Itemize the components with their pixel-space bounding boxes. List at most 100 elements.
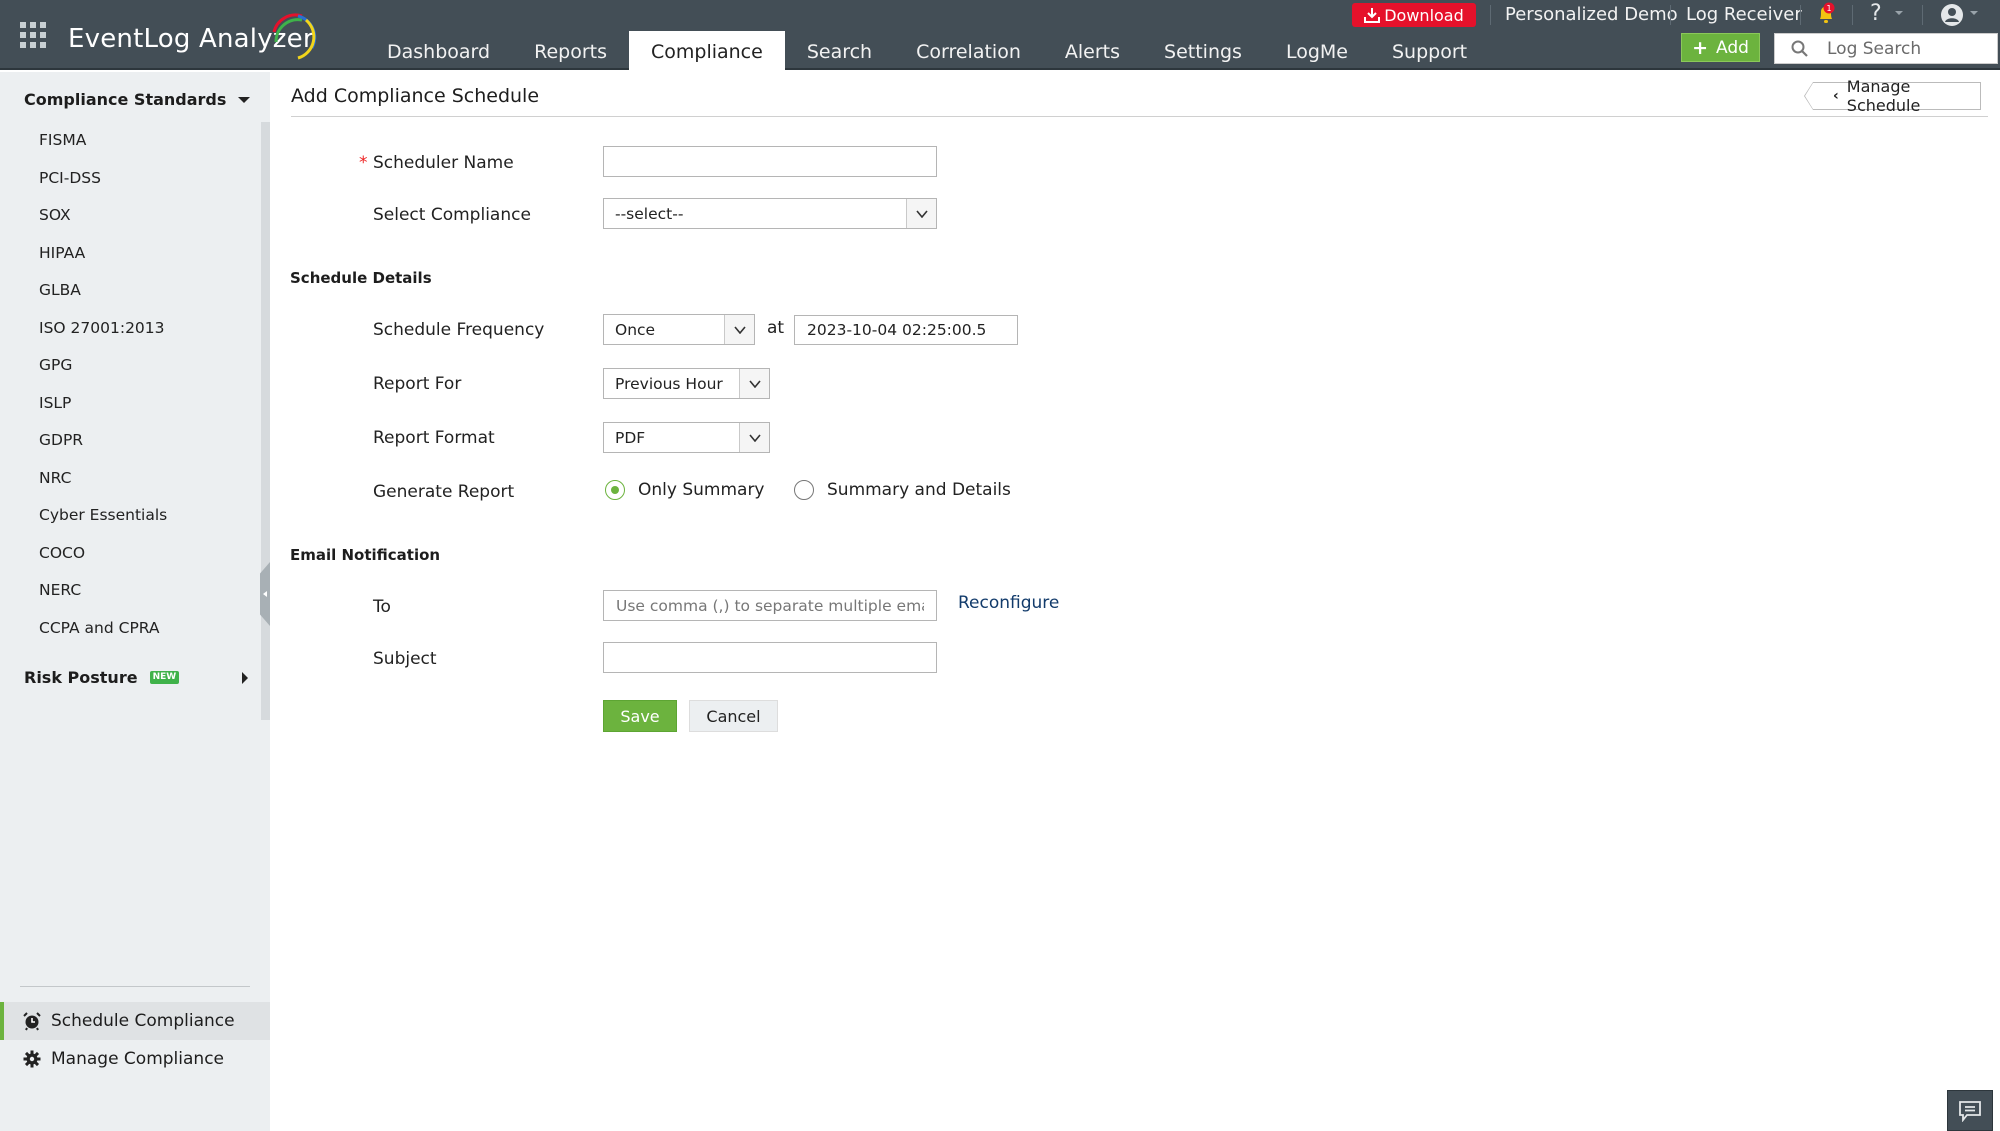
sidebar: Compliance Standards FISMA PCI-DSS SOX H… [0, 72, 270, 1131]
radio-only-summary[interactable]: Only Summary [605, 480, 765, 500]
compliance-standards-header[interactable]: Compliance Standards [24, 90, 254, 109]
to-label: To [373, 597, 391, 617]
chevron-down-icon [724, 315, 754, 344]
add-button[interactable]: + Add [1681, 33, 1760, 62]
logo-arc-icon [272, 13, 317, 60]
sidebar-item-manage-compliance[interactable]: Manage Compliance [0, 1040, 270, 1078]
caret-right-icon [242, 671, 248, 684]
save-button[interactable]: Save [603, 700, 677, 732]
reconfigure-link[interactable]: Reconfigure [958, 593, 1059, 613]
page-title: Add Compliance Schedule [291, 85, 540, 107]
sidebar-divider [20, 986, 250, 987]
chevron-down-icon [906, 199, 936, 228]
risk-posture-header[interactable]: Risk Posture NEW [24, 668, 254, 687]
sidebar-item-nerc[interactable]: NERC [0, 572, 260, 610]
sidebar-item-pci-dss[interactable]: PCI-DSS [0, 160, 260, 198]
chevron-left-icon: ‹ [1833, 88, 1839, 104]
select-compliance-value: --select-- [615, 204, 684, 223]
required-asterisk: * [359, 153, 368, 173]
risk-posture-title: Risk Posture [24, 668, 138, 687]
report-format-value: PDF [615, 428, 646, 447]
subject-label: Subject [373, 649, 437, 669]
new-badge: NEW [149, 671, 180, 684]
radio-unchecked-icon [794, 480, 814, 500]
log-search-input[interactable] [1827, 38, 1987, 59]
select-compliance-dropdown[interactable]: --select-- [603, 198, 937, 229]
add-label: Add [1716, 37, 1749, 58]
notification-count: 1 [1826, 4, 1831, 13]
schedule-frequency-dropdown[interactable]: Once [603, 314, 755, 345]
scheduler-name-label: * Scheduler Name [359, 153, 514, 173]
sidebar-scrollbar[interactable] [261, 122, 270, 720]
caret-down-icon [238, 96, 250, 103]
nav-tab-logme[interactable]: LogMe [1264, 31, 1370, 70]
download-button[interactable]: Download [1352, 3, 1476, 27]
help-caret-icon[interactable] [1895, 11, 1903, 15]
nav-tab-alerts[interactable]: Alerts [1043, 31, 1142, 70]
log-receiver-link[interactable]: Log Receiver [1686, 3, 1802, 27]
sidebar-item-glba[interactable]: GLBA [0, 272, 260, 310]
main-content: Add Compliance Schedule ‹ Manage Schedul… [270, 72, 2000, 1131]
cancel-button[interactable]: Cancel [689, 700, 778, 732]
sidebar-item-cyber-essentials[interactable]: Cyber Essentials [0, 497, 260, 535]
sidebar-item-sox[interactable]: SOX [0, 197, 260, 235]
nav-tab-reports[interactable]: Reports [512, 31, 629, 70]
chat-button[interactable] [1947, 1090, 1993, 1131]
schedule-compliance-label: Schedule Compliance [51, 1011, 235, 1031]
email-notification-heading: Email Notification [290, 546, 441, 564]
top-header: EventLog Analyzer Dashboard Reports Comp… [0, 0, 2000, 70]
sidebar-item-coco[interactable]: COCO [0, 535, 260, 573]
manage-schedule-label: Manage Schedule [1846, 77, 1921, 115]
at-label: at [767, 318, 785, 338]
nav-tab-support[interactable]: Support [1370, 31, 1489, 70]
download-icon [1364, 8, 1381, 23]
divider [1852, 5, 1853, 25]
schedule-frequency-label: Schedule Frequency [373, 320, 545, 340]
user-menu-button[interactable] [1940, 3, 1964, 27]
app-grid-icon[interactable] [20, 22, 46, 48]
log-search-box [1774, 33, 1998, 64]
gear-icon [23, 1050, 41, 1068]
search-icon [1791, 40, 1808, 57]
radio-summary-and-details[interactable]: Summary and Details [794, 480, 1011, 500]
sidebar-item-ccpa-cpra[interactable]: CCPA and CPRA [0, 610, 260, 648]
sidebar-item-gpg[interactable]: GPG [0, 347, 260, 385]
notifications-button[interactable]: 1 [1814, 2, 1838, 26]
alarm-clock-icon [23, 1012, 41, 1031]
sidebar-item-schedule-compliance[interactable]: Schedule Compliance [0, 1002, 270, 1040]
help-button[interactable]: ? [1870, 1, 1882, 26]
report-for-dropdown[interactable]: Previous Hour [603, 368, 770, 399]
report-format-label: Report Format [373, 428, 495, 448]
schedule-details-heading: Schedule Details [290, 269, 432, 287]
nav-tab-dashboard[interactable]: Dashboard [365, 31, 512, 70]
divider [1800, 5, 1801, 25]
nav-tab-settings[interactable]: Settings [1142, 31, 1264, 70]
sidebar-item-hipaa[interactable]: HIPAA [0, 235, 260, 273]
nav-tab-search[interactable]: Search [785, 31, 894, 70]
sidebar-item-gdpr[interactable]: GDPR [0, 422, 260, 460]
report-for-value: Previous Hour [615, 374, 723, 393]
sidebar-item-iso-27001[interactable]: ISO 27001:2013 [0, 310, 260, 348]
manage-schedule-button[interactable]: ‹ Manage Schedule [1804, 77, 1981, 115]
user-avatar-icon [1941, 4, 1963, 26]
schedule-frequency-value: Once [615, 320, 656, 339]
title-divider [291, 116, 1988, 117]
compliance-standards-list: FISMA PCI-DSS SOX HIPAA GLBA ISO 27001:2… [0, 122, 260, 647]
scheduler-name-input[interactable] [603, 146, 937, 177]
sidebar-item-nrc[interactable]: NRC [0, 460, 260, 498]
schedule-datetime-input[interactable] [794, 315, 1018, 345]
bell-icon: 1 [1820, 2, 1835, 23]
compliance-standards-title: Compliance Standards [24, 90, 227, 109]
sidebar-item-fisma[interactable]: FISMA [0, 122, 260, 160]
subject-input[interactable] [603, 642, 937, 673]
to-email-input[interactable] [603, 590, 937, 621]
select-compliance-label: Select Compliance [373, 205, 531, 225]
plus-icon: + [1692, 36, 1708, 59]
sidebar-item-islp[interactable]: ISLP [0, 385, 260, 423]
personalized-demo-link[interactable]: Personalized Demo [1505, 3, 1678, 27]
user-caret-icon[interactable] [1970, 11, 1978, 15]
nav-tab-correlation[interactable]: Correlation [894, 31, 1043, 70]
report-format-dropdown[interactable]: PDF [603, 422, 770, 453]
nav-tab-compliance[interactable]: Compliance [628, 31, 785, 70]
chevron-down-icon [739, 369, 769, 398]
